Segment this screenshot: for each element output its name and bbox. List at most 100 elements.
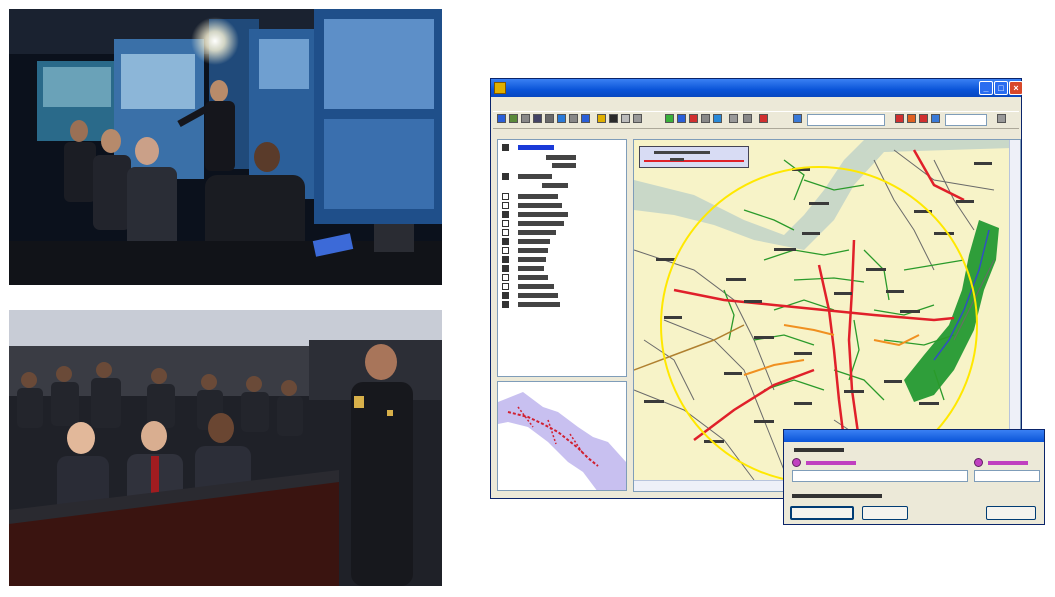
layer-row[interactable] xyxy=(502,255,624,264)
layer-checkbox[interactable] xyxy=(502,274,509,281)
layer-row[interactable] xyxy=(502,201,624,210)
layer-label xyxy=(518,266,544,271)
tool-icon-8[interactable] xyxy=(597,114,606,123)
overview-map[interactable] xyxy=(497,381,627,491)
layer-checkbox[interactable] xyxy=(502,229,509,236)
main-toolbar xyxy=(493,111,1019,129)
tool-icon-20[interactable] xyxy=(793,114,802,123)
photo-top-image xyxy=(9,9,442,285)
command-center-photo-top xyxy=(9,9,442,285)
layer-label xyxy=(552,163,576,168)
layer-row[interactable] xyxy=(502,264,624,273)
tool-icon-9[interactable] xyxy=(609,114,618,123)
layer-row[interactable] xyxy=(502,300,624,309)
layer-checkbox[interactable] xyxy=(502,220,509,227)
layer-row[interactable] xyxy=(502,192,624,201)
layer-tree-panel xyxy=(497,139,627,377)
tool-icon-4[interactable] xyxy=(545,114,554,123)
layer-row[interactable] xyxy=(502,219,624,228)
layer-checkbox[interactable] xyxy=(502,193,509,200)
dialog-caption xyxy=(794,448,844,452)
layer-row[interactable] xyxy=(502,143,624,152)
layer-row[interactable] xyxy=(502,181,624,190)
open-icon[interactable] xyxy=(497,114,506,123)
find-dialog xyxy=(783,429,1045,525)
zone-zip-input[interactable] xyxy=(974,470,1040,482)
layer-row[interactable] xyxy=(502,273,624,282)
layer-label xyxy=(518,248,548,253)
layer-row[interactable] xyxy=(502,172,624,181)
matches-found-text xyxy=(792,494,882,498)
photo-bottom-image xyxy=(9,310,442,586)
tool-icon-3[interactable] xyxy=(533,114,542,123)
menu-bar xyxy=(491,98,1021,110)
dialog-titlebar[interactable] xyxy=(784,430,1044,442)
maximize-button[interactable]: □ xyxy=(994,81,1008,95)
layer-checkbox[interactable] xyxy=(502,301,509,308)
tool-icon-17[interactable] xyxy=(729,114,738,123)
layer-label xyxy=(518,145,554,150)
tool-icon-7[interactable] xyxy=(581,114,590,123)
layer-row[interactable] xyxy=(502,291,624,300)
layer-label xyxy=(518,194,558,199)
tool-icon-13[interactable] xyxy=(677,114,686,123)
tool-icon-16[interactable] xyxy=(713,114,722,123)
tool-icon-21[interactable] xyxy=(895,114,904,123)
tool-icon-15[interactable] xyxy=(701,114,710,123)
layer-checkbox[interactable] xyxy=(502,256,509,263)
close-dialog-button[interactable] xyxy=(986,506,1036,520)
layer-checkbox[interactable] xyxy=(502,265,509,272)
layer-checkbox[interactable] xyxy=(502,211,509,218)
reset-button[interactable] xyxy=(862,506,908,520)
layer-label xyxy=(542,183,568,188)
minimize-button[interactable]: _ xyxy=(979,81,993,95)
layer-label xyxy=(518,284,554,289)
layer-row[interactable] xyxy=(502,210,624,219)
scale-bar xyxy=(644,151,744,162)
tool-icon-6[interactable] xyxy=(569,114,578,123)
layer-checkbox[interactable] xyxy=(502,238,509,245)
layer-checkbox[interactable] xyxy=(502,202,509,209)
layer-checkbox[interactable] xyxy=(502,292,509,299)
tool-icon-10[interactable] xyxy=(621,114,630,123)
layer-label xyxy=(518,302,560,307)
scale-combo[interactable] xyxy=(807,114,885,126)
layer-label xyxy=(518,275,548,280)
layer-checkbox[interactable] xyxy=(502,173,509,180)
tool-icon-23[interactable] xyxy=(919,114,928,123)
layer-label xyxy=(518,239,550,244)
layer-label xyxy=(518,174,552,179)
street-address-radio[interactable] xyxy=(792,458,801,467)
find-button[interactable] xyxy=(790,506,854,520)
tool-icon-11[interactable] xyxy=(633,114,642,123)
layer-checkbox[interactable] xyxy=(502,247,509,254)
layer-row[interactable] xyxy=(502,246,624,255)
layer-checkbox[interactable] xyxy=(502,283,509,290)
layer-label xyxy=(518,221,564,226)
tool-icon-19[interactable] xyxy=(759,114,768,123)
layer-row[interactable] xyxy=(502,228,624,237)
tool-icon-14[interactable] xyxy=(689,114,698,123)
layer-row[interactable] xyxy=(502,237,624,246)
close-button[interactable]: × xyxy=(1009,81,1023,95)
address-input[interactable] xyxy=(792,470,968,482)
tool-icon-18[interactable] xyxy=(743,114,752,123)
overview-map-image xyxy=(498,382,626,490)
app-icon xyxy=(494,82,506,94)
tool-icon-1[interactable] xyxy=(509,114,518,123)
tool-icon-24[interactable] xyxy=(931,114,940,123)
map-legend xyxy=(639,146,749,168)
tool-icon-5[interactable] xyxy=(557,114,566,123)
tool-icon-25[interactable] xyxy=(997,114,1006,123)
layer-row[interactable] xyxy=(502,282,624,291)
tool-icon-22[interactable] xyxy=(907,114,916,123)
layer-row[interactable] xyxy=(502,161,624,170)
tool-icon-12[interactable] xyxy=(665,114,674,123)
layer-label xyxy=(518,293,558,298)
zone-zip-radio[interactable] xyxy=(974,458,983,467)
layer-checkbox[interactable] xyxy=(502,144,509,151)
window-titlebar[interactable]: _ □ × xyxy=(491,79,1023,97)
tool-icon-2[interactable] xyxy=(521,114,530,123)
command-center-photo-bottom xyxy=(9,310,442,586)
zoom-combo[interactable] xyxy=(945,114,987,126)
